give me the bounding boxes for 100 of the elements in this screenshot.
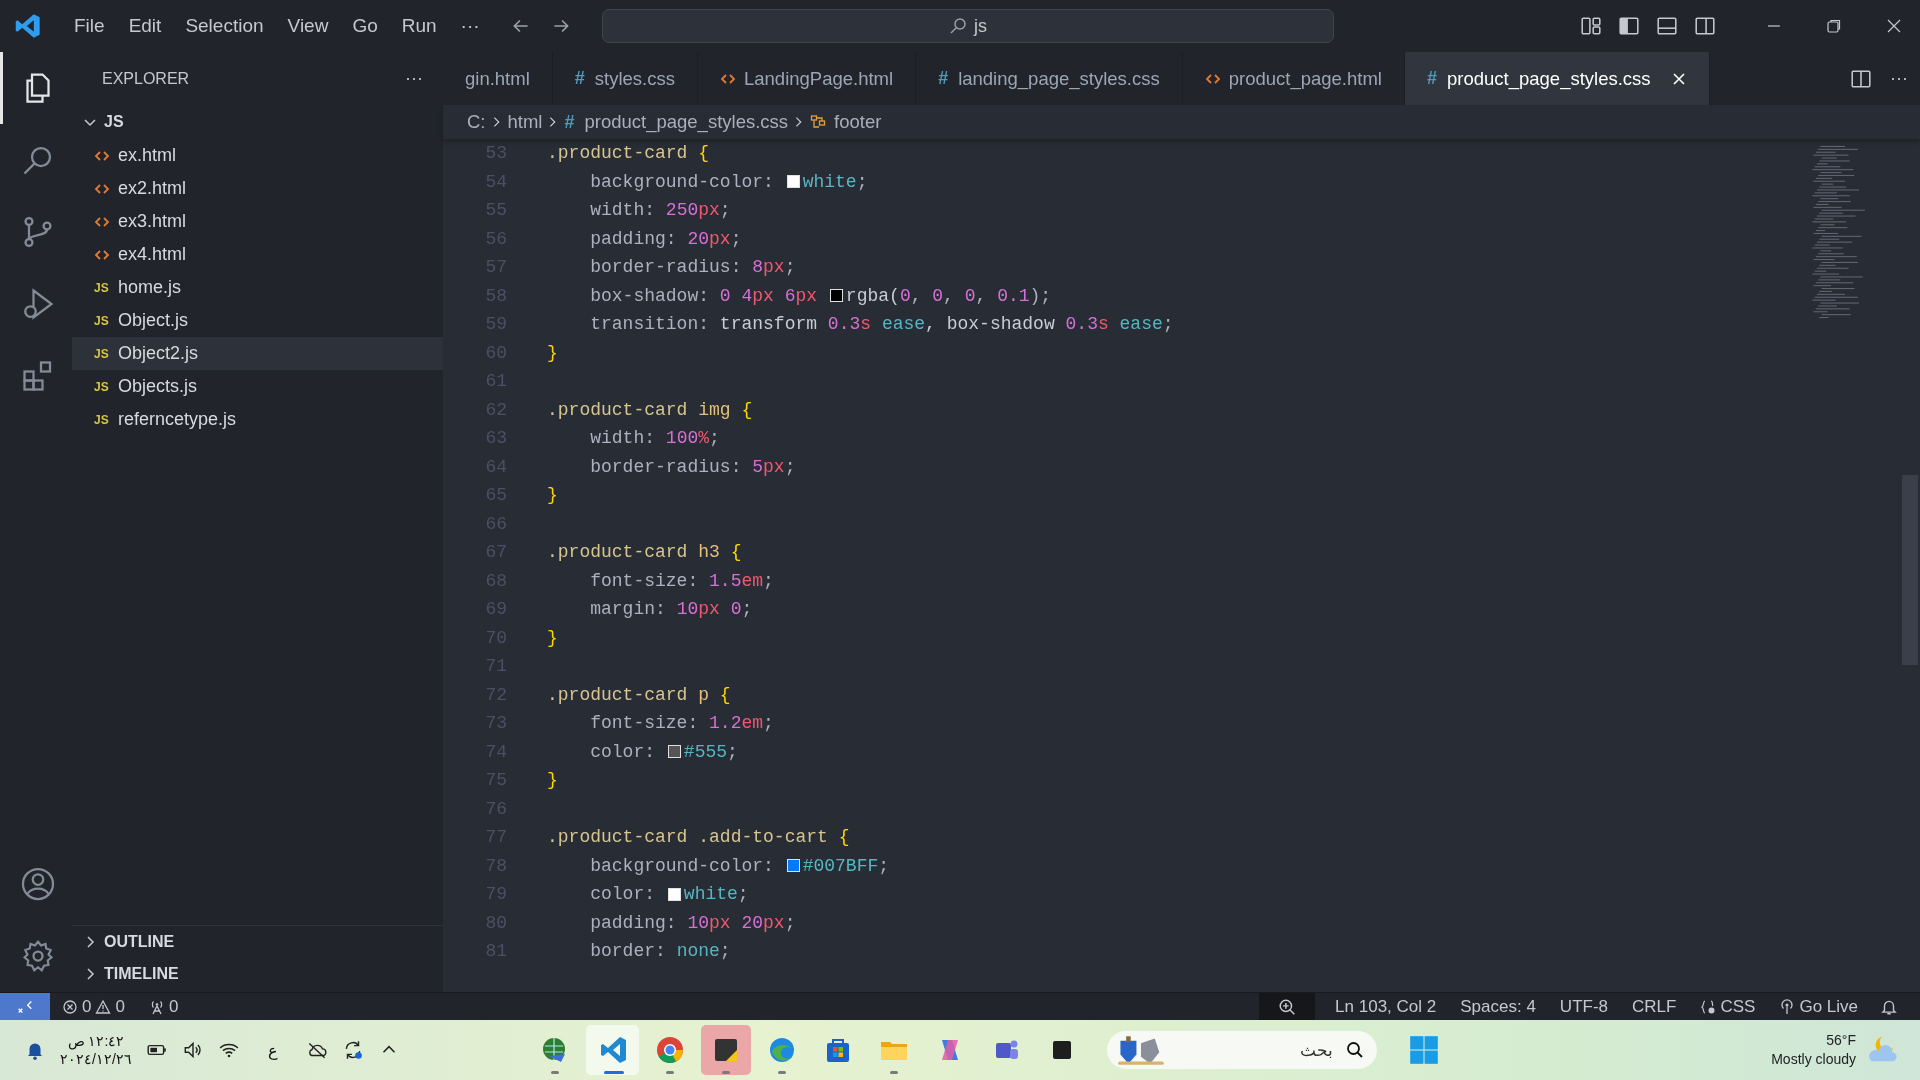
menu-item[interactable]: Go — [340, 11, 390, 41]
code-text: rgba(0, 0, 0, 0.1); — [845, 285, 1052, 306]
color-swatch[interactable] — [829, 289, 843, 303]
file-type-label: JS — [94, 379, 110, 394]
clock-time[interactable]: ١٢:٤٢ ص — [67, 1031, 125, 1050]
code-text: transition: transform 0.3s ease, box-shadow 0.3s ease; — [590, 314, 1174, 335]
status-item[interactable]: Spaces: 4 — [1448, 996, 1548, 1017]
taskbar-search-field[interactable]: بحث — [1106, 1031, 1377, 1069]
editor-tab[interactable]: gin.html — [443, 52, 553, 105]
code-text: width: 100%; — [590, 428, 720, 449]
file-name: ex2.html — [118, 178, 187, 199]
code-text: border-radius: 8px; — [590, 257, 796, 278]
file-name: ex3.html — [118, 211, 187, 232]
file-name: Object.js — [118, 310, 189, 331]
explorer-file-entry[interactable]: JS home.js — [72, 271, 443, 304]
clock-date[interactable]: ٢٠٢٤/١٢/٢٦ — [60, 1050, 132, 1069]
color-swatch[interactable] — [667, 745, 681, 759]
zoom-icon[interactable] — [1278, 997, 1297, 1016]
editor-tab[interactable]: # styles.css — [552, 52, 698, 105]
code-text: } — [547, 342, 558, 363]
code-text: width: 250px; — [590, 200, 731, 221]
file-type-label: JS — [94, 346, 110, 361]
code-text: #555; — [683, 741, 738, 762]
editor-tab[interactable]: LandingPage.html — [698, 52, 917, 105]
secondary-sidebar-icon[interactable] — [1694, 15, 1716, 37]
status-label: Spaces: 4 — [1460, 996, 1536, 1017]
layout-icon[interactable] — [1580, 15, 1602, 37]
file-type-label: # — [938, 68, 949, 89]
file-type-label: JS — [94, 313, 110, 328]
weather-temperature[interactable]: 56°F — [1826, 1031, 1856, 1050]
color-swatch[interactable] — [786, 859, 800, 873]
menu-item[interactable]: Selection — [173, 11, 276, 41]
file-name: Object2.js — [118, 343, 199, 364]
status-item[interactable]: Ln 103, Col 2 — [1323, 996, 1449, 1017]
panel-toggle-icon[interactable] — [1656, 15, 1678, 37]
search-placeholder: بحث — [1299, 1039, 1333, 1061]
folder-header[interactable]: JS — [72, 105, 443, 139]
explorer-title: EXPLORER — [102, 69, 190, 88]
ports-button[interactable]: 0 — [136, 996, 191, 1017]
status-label: UTF-8 — [1559, 996, 1609, 1017]
explorer-file-entry[interactable]: ex4.html — [72, 238, 443, 271]
search-icon — [948, 16, 969, 36]
status-label: CRLF — [1632, 996, 1677, 1017]
code-text: } — [547, 485, 558, 506]
explorer-file-entry[interactable]: ex2.html — [72, 172, 443, 205]
tab-label: landing_page_styles.css — [958, 67, 1160, 90]
taskbar-app[interactable] — [700, 1025, 751, 1075]
more-actions-button[interactable]: ··· — [405, 68, 423, 89]
more-actions-button[interactable]: ··· — [1890, 68, 1908, 89]
code-text: color: — [590, 741, 656, 762]
breadcrumb-item[interactable]: C: — [467, 111, 486, 133]
code-text: padding: 20px; — [590, 228, 742, 249]
section-header[interactable]: OUTLINE — [72, 926, 443, 958]
status-item[interactable]: CSS — [1688, 996, 1768, 1017]
code-text: white; — [683, 884, 749, 905]
weather-description[interactable]: Mostly cloudy — [1771, 1050, 1856, 1069]
explorer-file-entry[interactable]: JS Objects.js — [72, 370, 443, 403]
code-text: #007BFF; — [802, 855, 890, 876]
account-icon[interactable] — [19, 866, 56, 902]
language-indicator[interactable]: ع — [267, 1040, 278, 1060]
close-icon[interactable] — [1670, 70, 1687, 87]
breadcrumb-item[interactable]: footer — [810, 111, 882, 133]
code-text: font-size: 1.5em; — [590, 570, 774, 591]
status-item[interactable]: CRLF — [1620, 996, 1689, 1017]
menu-item[interactable]: Edit — [116, 11, 174, 41]
menu-item[interactable]: Run — [389, 11, 449, 41]
color-swatch[interactable] — [786, 175, 800, 189]
explorer-file-entry[interactable]: JS referncetype.js — [72, 403, 443, 436]
breadcrumb-item[interactable]: html — [507, 111, 543, 133]
file-type-label: # — [564, 111, 575, 133]
code-text: padding: 10px 20px; — [590, 912, 796, 933]
tab-label: gin.html — [465, 67, 530, 90]
error-count: 0 — [82, 996, 92, 1017]
code-text: white; — [802, 171, 868, 192]
code-text: background-color: — [590, 855, 775, 876]
status-item[interactable]: UTF-8 — [1547, 996, 1621, 1017]
code-text: .product-card p { — [547, 684, 731, 705]
tab-label: LandingPage.html — [744, 67, 894, 90]
editor-tab[interactable]: product_page.html — [1182, 52, 1405, 105]
problems-button[interactable]: 0 0 — [50, 996, 137, 1017]
explorer-file-entry[interactable]: JS Object.js — [72, 304, 443, 337]
file-name: Objects.js — [118, 376, 198, 397]
command-search-field[interactable]: js — [601, 9, 1334, 43]
status-item[interactable]: Go Live — [1767, 996, 1870, 1017]
menu-item[interactable]: View — [275, 11, 341, 41]
breadcrumb-item[interactable]: # product_page_styles.css — [564, 111, 789, 133]
section-header[interactable]: TIMELINE — [72, 958, 443, 990]
editor-tab[interactable]: # landing_page_styles.css — [916, 52, 1183, 105]
symbol-icon — [810, 114, 827, 130]
explorer-file-entry[interactable]: JS Object2.js — [72, 337, 443, 370]
code-text: margin: 10px 0; — [590, 599, 753, 620]
code-text: } — [547, 627, 558, 648]
menu-item[interactable]: ··· — [448, 11, 492, 41]
color-swatch[interactable] — [667, 887, 681, 901]
sidebar-toggle-icon[interactable] — [1618, 15, 1640, 37]
explorer-file-entry[interactable]: ex3.html — [72, 205, 443, 238]
menu-item[interactable]: File — [62, 11, 117, 41]
explorer-file-entry[interactable]: ex.html — [72, 139, 443, 172]
editor-tab[interactable]: # product_page_styles.css — [1404, 52, 1710, 105]
tab-label: product_page.html — [1228, 67, 1382, 90]
